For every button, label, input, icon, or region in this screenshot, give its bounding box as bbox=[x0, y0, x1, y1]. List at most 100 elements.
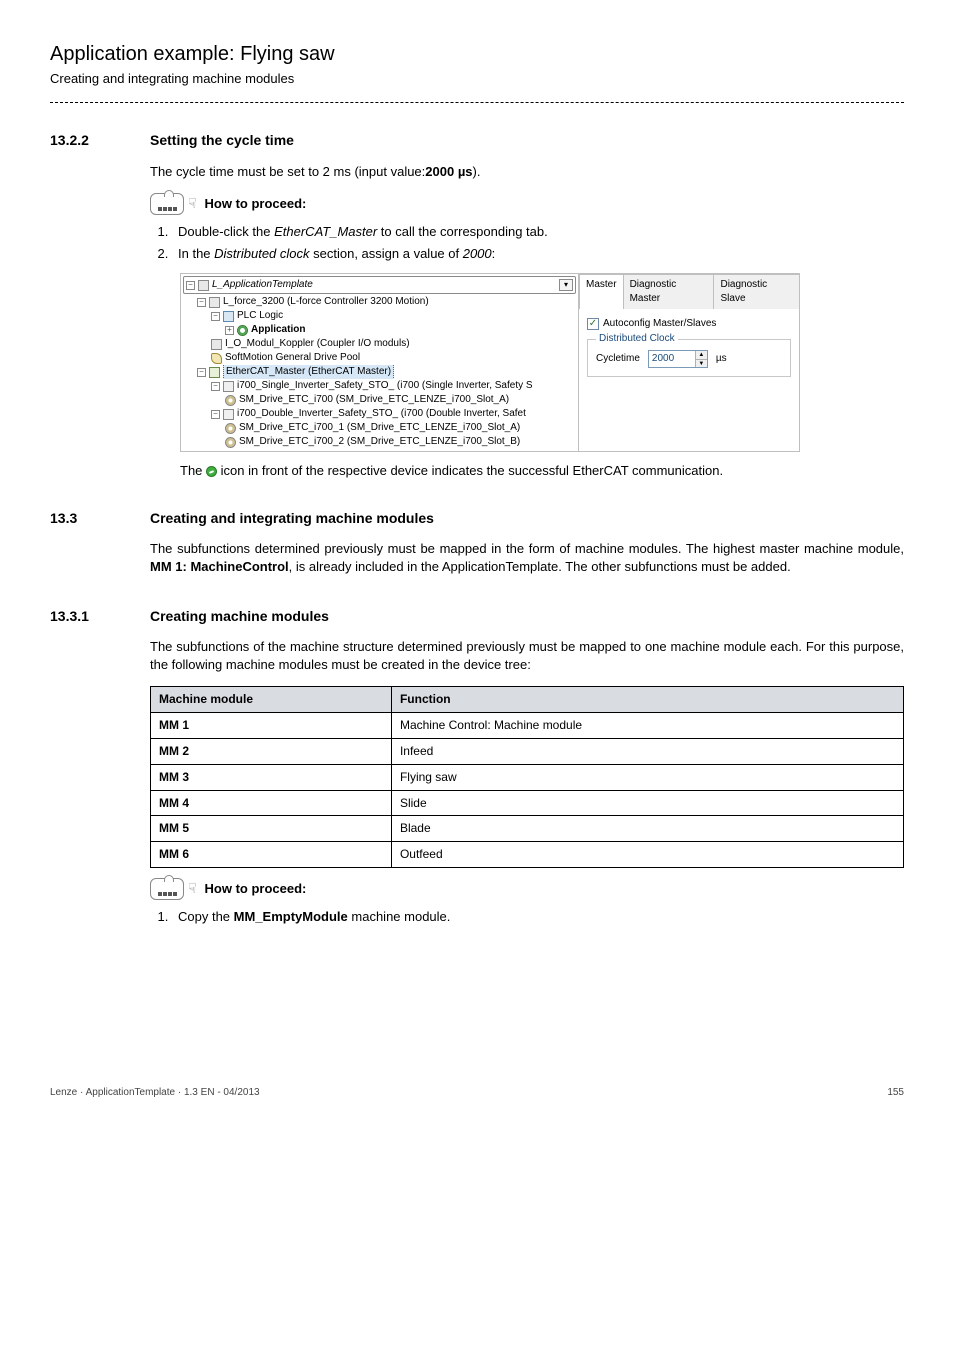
text: Double-click the bbox=[178, 224, 274, 239]
tree-label: SM_Drive_ETC_i700_1 (SM_Drive_ETC_LENZE_… bbox=[239, 421, 520, 435]
tree-node[interactable]: − PLC Logic bbox=[183, 309, 576, 323]
how-to-proceed-label: How to proceed: bbox=[205, 195, 307, 213]
expand-toggle[interactable]: − bbox=[197, 298, 206, 307]
ethercat-icon bbox=[209, 367, 220, 378]
spinner[interactable]: ▲ ▼ bbox=[695, 351, 707, 367]
spin-up-button[interactable]: ▲ bbox=[696, 351, 707, 359]
section-title: Setting the cycle time bbox=[150, 131, 294, 151]
tab-diag-slave[interactable]: Diagnostic Slave bbox=[713, 274, 800, 309]
divider bbox=[50, 102, 904, 103]
tree-node[interactable]: SM_Drive_ETC_i700_1 (SM_Drive_ETC_LENZE_… bbox=[183, 421, 576, 435]
expand-toggle[interactable]: − bbox=[211, 312, 220, 321]
green-status-icon bbox=[206, 466, 217, 477]
text-italic: 2000 bbox=[463, 246, 492, 261]
tree-node[interactable]: SoftMotion General Drive Pool bbox=[183, 351, 576, 365]
steps-list: Copy the MM_EmptyModule machine module. bbox=[172, 908, 904, 926]
tree-node[interactable]: +Application bbox=[183, 323, 576, 337]
text-bold: MM_EmptyModule bbox=[234, 909, 348, 924]
plc-icon bbox=[223, 311, 234, 322]
table-row: MM 4Slide bbox=[151, 790, 904, 816]
device-icon bbox=[211, 339, 222, 350]
autoconfig-row[interactable]: ✓ Autoconfig Master/Slaves bbox=[587, 317, 791, 331]
cycletime-input[interactable]: 2000 bbox=[649, 351, 695, 367]
table-header: Machine module bbox=[151, 687, 392, 713]
group-title: Distributed Clock bbox=[596, 332, 678, 346]
tab-strip: Master Diagnostic Master Diagnostic Slav… bbox=[579, 274, 799, 309]
table-cell: MM 5 bbox=[151, 816, 392, 842]
step-item: Double-click the EtherCAT_Master to call… bbox=[172, 223, 904, 241]
text: , is already included in the Application… bbox=[289, 559, 791, 574]
table-header: Function bbox=[391, 687, 903, 713]
steps-list: Double-click the EtherCAT_Master to call… bbox=[172, 223, 904, 263]
dropdown-button[interactable]: ▾ bbox=[559, 279, 573, 291]
table-cell: Outfeed bbox=[391, 842, 903, 868]
table-cell: MM 2 bbox=[151, 739, 392, 765]
table-row: MM 1Machine Control: Machine module bbox=[151, 713, 904, 739]
embedded-screenshot: − L_ApplicationTemplate ▾ −L_force_3200 … bbox=[180, 273, 904, 452]
cycletime-input-wrap[interactable]: 2000 ▲ ▼ bbox=[648, 350, 708, 368]
how-to-proceed-row: ☟ How to proceed: bbox=[150, 193, 904, 215]
drive-icon bbox=[225, 423, 236, 434]
page-number: 155 bbox=[887, 1086, 904, 1100]
table-row: MM 3Flying saw bbox=[151, 764, 904, 790]
expand-toggle[interactable]: − bbox=[211, 382, 220, 391]
tab-diag-master[interactable]: Diagnostic Master bbox=[623, 274, 715, 309]
drive-pool-icon bbox=[211, 353, 222, 364]
spin-down-button[interactable]: ▼ bbox=[696, 359, 707, 368]
tab-master[interactable]: Master bbox=[579, 274, 624, 309]
table-cell: Blade bbox=[391, 816, 903, 842]
table-cell: Flying saw bbox=[391, 764, 903, 790]
section-title: Creating machine modules bbox=[150, 607, 329, 627]
tree-node[interactable]: −i700_Single_Inverter_Safety_STO_ (i700 … bbox=[183, 379, 576, 393]
tree-root-label: L_ApplicationTemplate bbox=[212, 278, 559, 292]
table-row: MM 5Blade bbox=[151, 816, 904, 842]
table-cell: Infeed bbox=[391, 739, 903, 765]
expand-toggle[interactable]: − bbox=[186, 281, 195, 290]
tree-label-selected: EtherCAT_Master (EtherCAT Master) bbox=[223, 365, 394, 379]
tree-node[interactable]: − EtherCAT_Master (EtherCAT Master) bbox=[183, 365, 576, 379]
tree-node[interactable]: SM_Drive_ETC_i700 (SM_Drive_ETC_LENZE_i7… bbox=[183, 393, 576, 407]
table-row: MM 6Outfeed bbox=[151, 842, 904, 868]
footer-left: Lenze · ApplicationTemplate · 1.3 EN - 0… bbox=[50, 1086, 260, 1100]
tree-label: PLC Logic bbox=[237, 309, 283, 323]
text: machine module. bbox=[348, 909, 451, 924]
paragraph: The subfunctions determined previously m… bbox=[150, 540, 904, 576]
step-item: Copy the MM_EmptyModule machine module. bbox=[172, 908, 904, 926]
tree-node[interactable]: SM_Drive_ETC_i700_2 (SM_Drive_ETC_LENZE_… bbox=[183, 435, 576, 449]
table-cell: Slide bbox=[391, 790, 903, 816]
application-icon bbox=[237, 325, 248, 336]
table-row: MM 2Infeed bbox=[151, 739, 904, 765]
tree-node[interactable]: −i700_Double_Inverter_Safety_STO_ (i700 … bbox=[183, 407, 576, 421]
unit-label: µs bbox=[716, 352, 727, 366]
checkbox-label: Autoconfig Master/Slaves bbox=[603, 317, 716, 331]
step-item: In the Distributed clock section, assign… bbox=[172, 245, 904, 263]
tree-label: L_force_3200 (L-force Controller 3200 Mo… bbox=[223, 295, 429, 309]
tree-root-row[interactable]: − L_ApplicationTemplate ▾ bbox=[183, 276, 576, 294]
text: The cycle time must be set to 2 ms (inpu… bbox=[150, 164, 425, 179]
paragraph: The subfunctions of the machine structur… bbox=[150, 638, 904, 674]
text: ). bbox=[473, 164, 481, 179]
drive-icon bbox=[225, 395, 236, 406]
tree-node[interactable]: − L_force_3200 (L-force Controller 3200 M… bbox=[183, 295, 576, 309]
section-heading: 13.2.2 Setting the cycle time bbox=[50, 131, 904, 151]
tree-label: SM_Drive_ETC_i700 (SM_Drive_ETC_LENZE_i7… bbox=[239, 393, 509, 407]
intro-paragraph: The cycle time must be set to 2 ms (inpu… bbox=[150, 163, 904, 181]
steps-icon bbox=[150, 878, 184, 900]
how-to-proceed-label: How to proceed: bbox=[205, 880, 307, 898]
checkbox-checked-icon[interactable]: ✓ bbox=[587, 318, 599, 330]
text-italic: Distributed clock bbox=[214, 246, 309, 261]
expand-toggle[interactable]: − bbox=[197, 368, 206, 377]
expand-toggle[interactable]: − bbox=[211, 410, 220, 419]
tree-node[interactable]: I_O_Modul_Koppler (Coupler I/O moduls) bbox=[183, 337, 576, 351]
tree-label: SoftMotion General Drive Pool bbox=[225, 351, 360, 365]
text: to call the corresponding tab. bbox=[377, 224, 548, 239]
text: In the bbox=[178, 246, 214, 261]
table-cell: MM 4 bbox=[151, 790, 392, 816]
expand-toggle[interactable]: + bbox=[225, 326, 234, 335]
section-heading: 13.3.1 Creating machine modules bbox=[50, 607, 904, 627]
distributed-clock-group: Distributed Clock Cycletime 2000 ▲ ▼ µs bbox=[587, 339, 791, 377]
hand-icon: ☟ bbox=[188, 879, 197, 899]
page-footer: Lenze · ApplicationTemplate · 1.3 EN - 0… bbox=[50, 1086, 904, 1100]
text: The subfunctions determined previously m… bbox=[150, 541, 904, 556]
device-icon bbox=[209, 297, 220, 308]
